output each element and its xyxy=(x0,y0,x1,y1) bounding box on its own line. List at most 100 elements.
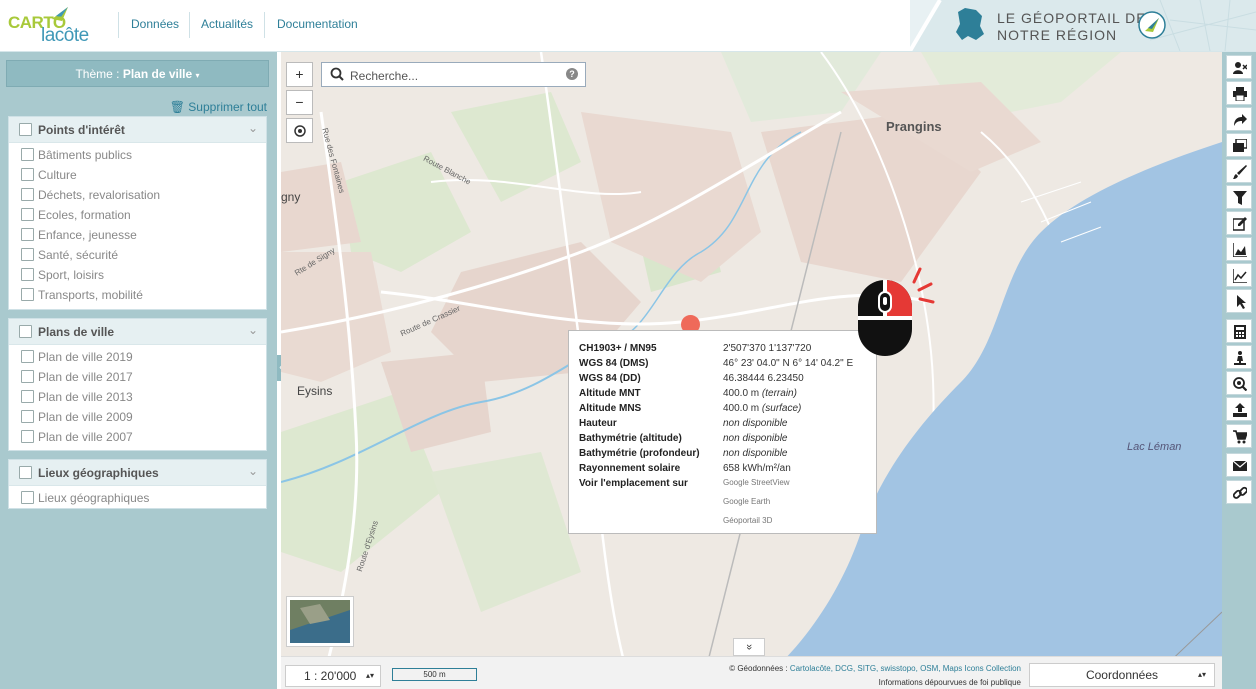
list-item[interactable]: Bâtiments publics xyxy=(9,145,266,165)
theme-selector[interactable]: Thème : Plan de ville ▾ xyxy=(6,60,269,87)
list-item[interactable]: Santé, sécurité xyxy=(9,245,266,265)
checkbox[interactable] xyxy=(21,228,34,241)
right-toolbar xyxy=(1222,52,1256,689)
bottom-bar: 1 : 20'000 ▴▾ 500 m © Géodonnées : Cartol… xyxy=(281,656,1222,689)
checkbox[interactable] xyxy=(21,148,34,161)
nav-donnees[interactable]: Données xyxy=(131,17,179,31)
panel-checkbox[interactable] xyxy=(19,325,32,338)
cart-button[interactable] xyxy=(1226,424,1252,448)
upload-icon xyxy=(1233,403,1247,417)
cart-icon xyxy=(1233,430,1247,444)
checkbox[interactable] xyxy=(21,390,34,403)
share-button[interactable] xyxy=(1226,107,1252,131)
list-item[interactable]: Plan de ville 2007 xyxy=(9,427,266,447)
layers-button[interactable] xyxy=(1226,133,1252,157)
checkbox[interactable] xyxy=(21,410,34,423)
chevron-down-icon[interactable]: ⌄ xyxy=(248,121,258,135)
panel-header[interactable]: Lieux géographiques ⌄ xyxy=(9,460,266,486)
zoom-in-button[interactable]: + xyxy=(286,62,313,87)
search-box[interactable]: Recherche... ? xyxy=(321,62,586,87)
list-item[interactable]: Plan de ville 2017 xyxy=(9,367,266,387)
search-input[interactable]: Recherche... xyxy=(350,69,418,83)
layers-icon xyxy=(1233,139,1247,152)
aerial-thumbnail-icon xyxy=(290,600,350,643)
person-button[interactable] xyxy=(1226,345,1252,369)
list-item[interactable]: Plan de ville 2009 xyxy=(9,407,266,427)
checkbox[interactable] xyxy=(21,370,34,383)
draw-button[interactable] xyxy=(1226,159,1252,183)
help-icon[interactable]: ? xyxy=(566,68,578,80)
coordinates-select[interactable]: Coordonnées ▴▾ xyxy=(1029,663,1215,687)
print-button[interactable] xyxy=(1226,81,1252,105)
mail-button[interactable] xyxy=(1226,453,1252,477)
list-item[interactable]: Enfance, jeunesse xyxy=(9,225,266,245)
streetview-link[interactable]: Google StreetView xyxy=(723,478,790,487)
list-item[interactable]: Déchets, revalorisation xyxy=(9,185,266,205)
panel-header[interactable]: Plans de ville ⌄ xyxy=(9,319,266,345)
place-label: Eysins xyxy=(297,384,333,398)
logo[interactable]: CARTO lacôte xyxy=(8,7,108,47)
list-item[interactable]: Lieux géographiques xyxy=(9,488,266,508)
upload-button[interactable] xyxy=(1226,397,1252,421)
edit-button[interactable] xyxy=(1226,211,1252,235)
share-icon xyxy=(1234,114,1247,126)
google-earth-link[interactable]: Google Earth xyxy=(723,497,770,506)
chart-button[interactable] xyxy=(1226,263,1252,287)
list-item[interactable]: Plan de ville 2013 xyxy=(9,387,266,407)
trash-icon: 🗑 xyxy=(169,100,185,114)
print-icon xyxy=(1233,87,1247,101)
geoportail-3d-link[interactable]: Géoportail 3D xyxy=(723,516,772,525)
checkbox[interactable] xyxy=(21,188,34,201)
pointer-button[interactable] xyxy=(1226,289,1252,313)
locate-button[interactable] xyxy=(286,118,313,143)
header: CARTO lacôte Données Actualités Document… xyxy=(0,0,1256,52)
mail-icon xyxy=(1233,460,1247,471)
list-item[interactable]: Ecoles, formation xyxy=(9,205,266,225)
checkbox[interactable] xyxy=(21,208,34,221)
checkbox[interactable] xyxy=(21,350,34,363)
zoom-out-button[interactable]: − xyxy=(286,90,313,115)
checkbox[interactable] xyxy=(21,430,34,443)
panel-plans-de-ville: Plans de ville ⌄ Plan de ville 2019 Plan … xyxy=(8,318,267,451)
portal-banner: LE GÉOPORTAIL DE NOTRE RÉGION xyxy=(910,0,1256,51)
delete-all-button[interactable]: 🗑 Supprimer tout xyxy=(170,100,267,114)
separator xyxy=(118,12,119,38)
panel-checkbox[interactable] xyxy=(19,466,32,479)
edit-icon xyxy=(1233,217,1247,231)
calculator-button[interactable] xyxy=(1226,319,1252,343)
panel-checkbox[interactable] xyxy=(19,123,32,136)
checkbox[interactable] xyxy=(21,248,34,261)
place-label: Lac Léman xyxy=(1127,441,1182,453)
checkbox[interactable] xyxy=(21,268,34,281)
scale-select[interactable]: 1 : 20'000 ▴▾ xyxy=(285,665,381,687)
user-x-icon xyxy=(1233,62,1247,74)
profile-button[interactable] xyxy=(1226,237,1252,261)
map-view[interactable]: + − Recherche... ? Prangins gny Eysins L… xyxy=(281,52,1222,689)
double-chevron-down-icon: » xyxy=(743,643,755,651)
checkbox[interactable] xyxy=(21,288,34,301)
list-item[interactable]: Transports, mobilité xyxy=(9,285,266,305)
zoom-button[interactable] xyxy=(1226,371,1252,395)
link-button[interactable] xyxy=(1226,480,1252,504)
place-label: gny xyxy=(281,190,301,204)
list-item[interactable]: Culture xyxy=(9,165,266,185)
filter-button[interactable] xyxy=(1226,185,1252,209)
separator xyxy=(264,12,265,38)
list-item[interactable]: Sport, loisirs xyxy=(9,265,266,285)
caret-icon: ▴▾ xyxy=(1197,670,1206,679)
user-x-button[interactable] xyxy=(1226,55,1252,79)
list-item[interactable]: Plan de ville 2019 xyxy=(9,347,266,367)
chevron-down-icon[interactable]: ⌄ xyxy=(248,323,258,337)
coordinates-popup: CH1903+ / MN95 2'507'370 1'137'720 WGS 84… xyxy=(568,330,877,534)
chevron-down-icon[interactable]: ⌄ xyxy=(248,464,258,478)
nav-actualites[interactable]: Actualités xyxy=(201,17,253,31)
expand-bottom-button[interactable]: » xyxy=(733,638,765,656)
checkbox[interactable] xyxy=(21,168,34,181)
caret-down-icon: ▾ xyxy=(195,71,200,80)
checkbox[interactable] xyxy=(21,491,34,504)
scale-bar: 500 m xyxy=(392,668,477,681)
panel-header[interactable]: Points d'intérêt ⌄ xyxy=(9,117,266,143)
basemap-switcher[interactable] xyxy=(286,596,354,647)
nav-documentation[interactable]: Documentation xyxy=(277,17,358,31)
profile-chart-icon xyxy=(1233,243,1247,257)
